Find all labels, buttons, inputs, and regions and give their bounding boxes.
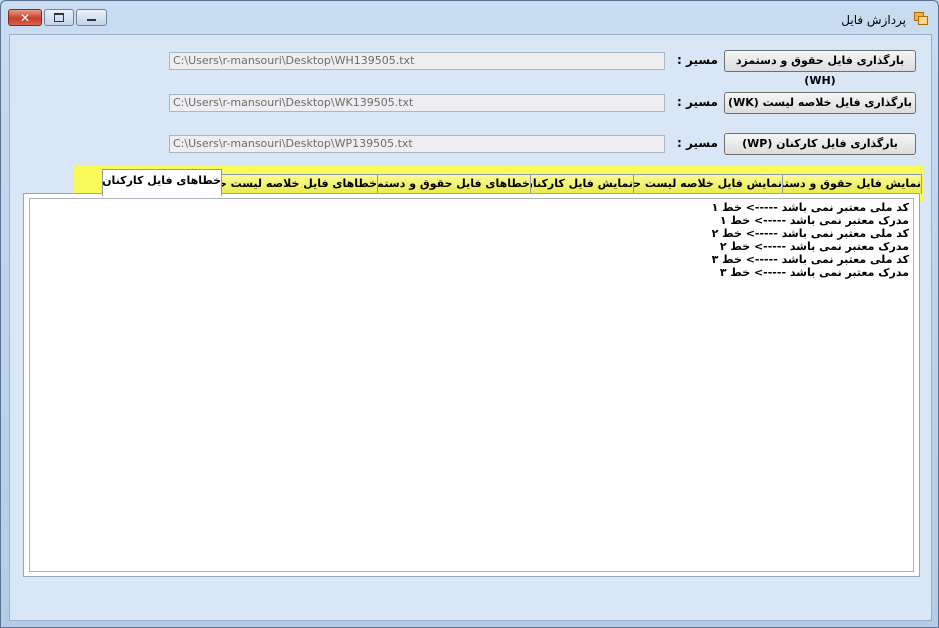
minimize-icon	[87, 19, 96, 21]
tab-employees-file-errors[interactable]: خطاهای فایل کارکنان	[102, 169, 222, 196]
error-line: کد ملی معتبر نمی باشد -----> خط ۲	[711, 227, 909, 240]
window-title: پردازش فایل	[841, 13, 906, 27]
app-icon	[914, 12, 928, 25]
load-wp-button[interactable]: بارگذاری فایل کارکنان (WP)	[724, 133, 916, 155]
wh-path-field[interactable]: C:\Users\r-mansouri\Desktop\WH139505.txt	[169, 52, 665, 70]
tab-summary-file-errors[interactable]: خطاهای فایل خلاصه لیست حقوق	[194, 174, 378, 194]
maximize-icon	[54, 13, 64, 22]
errors-textbox[interactable]: کد ملی معتبر نمی باشد -----> خط ۱ مدرک م…	[29, 198, 914, 572]
tab-show-salary-file[interactable]: نمایش فایل حقوق و دستمزد	[765, 174, 922, 194]
close-button[interactable]: ✕	[8, 9, 42, 26]
wh-path-label: مسیر :	[677, 53, 718, 67]
wk-path-field[interactable]: C:\Users\r-mansouri\Desktop\WK139505.txt	[169, 94, 665, 112]
tab-show-summary-file[interactable]: نمایش فایل خلاصه لیست حقوق	[608, 174, 783, 194]
wp-path-label: مسیر :	[677, 136, 718, 150]
form-client-area: C:\Users\r-mansouri\Desktop\WH139505.txt…	[9, 34, 932, 621]
error-line: مدرک معتبر نمی باشد -----> خط ۲	[719, 240, 909, 253]
tab-show-employees-file[interactable]: نمایش فایل کارکنان	[523, 174, 634, 194]
error-line: مدرک معتبر نمی باشد -----> خط ۳	[719, 266, 909, 279]
load-wk-button[interactable]: بارگذاری فایل خلاصه لیست (WK)	[724, 92, 916, 114]
minimize-button[interactable]	[76, 9, 107, 26]
load-wh-button[interactable]: بارگذاری فایل حقوق و دستمزد (WH)	[724, 50, 916, 87]
close-icon: ✕	[19, 10, 31, 25]
maximize-button[interactable]	[44, 9, 74, 26]
error-line: کد ملی معتبر نمی باشد -----> خط ۳	[711, 253, 909, 266]
wp-path-field[interactable]: C:\Users\r-mansouri\Desktop\WP139505.txt	[169, 135, 665, 153]
title-bar[interactable]: ✕ پردازش فایل	[1, 1, 938, 35]
error-line: مدرک معتبر نمی باشد -----> خط ۱	[719, 214, 909, 227]
app-window: ✕ پردازش فایل C:\Users\r-mansouri\Deskto…	[0, 0, 939, 628]
tab-panel: کد ملی معتبر نمی باشد -----> خط ۱ مدرک م…	[23, 193, 920, 577]
wk-path-label: مسیر :	[677, 95, 718, 109]
error-line: کد ملی معتبر نمی باشد -----> خط ۱	[711, 201, 909, 214]
tab-salary-file-errors[interactable]: خطاهای فایل حقوق و دستمزد	[365, 174, 531, 194]
